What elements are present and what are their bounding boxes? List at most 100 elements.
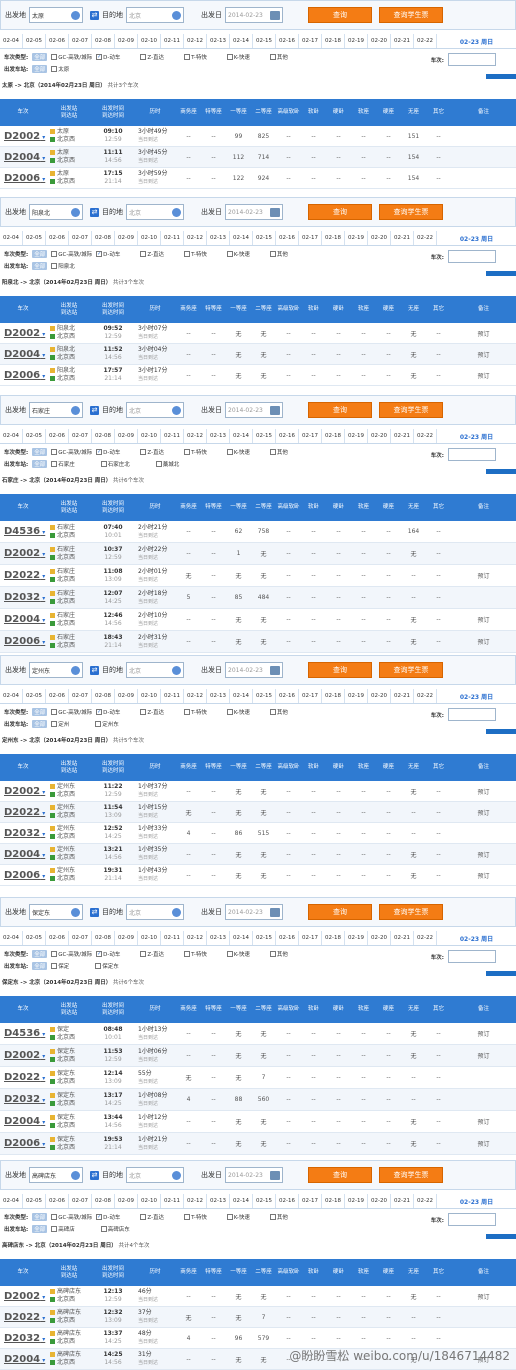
all-types-button[interactable]: 全部	[32, 950, 48, 958]
station-checkbox[interactable]: 石家庄北	[100, 460, 130, 468]
train-no-input[interactable]	[448, 250, 496, 263]
type-checkbox[interactable]: 其他	[269, 250, 288, 258]
type-checkbox[interactable]: Z-直达	[140, 950, 164, 958]
station-checkbox[interactable]: 定州东	[95, 720, 119, 728]
train-no-input[interactable]	[448, 950, 496, 963]
date-tab[interactable]: 02-21	[391, 931, 414, 945]
collapse-toggle[interactable]	[486, 1234, 516, 1239]
date-tab[interactable]: 02-21	[391, 1194, 414, 1208]
header-cell[interactable]: 历时	[134, 306, 176, 313]
expand-arrow-icon[interactable]: ▾	[40, 617, 45, 624]
date-tab[interactable]: 02-04	[0, 689, 23, 703]
from-input[interactable]: 太原	[29, 7, 83, 23]
table-row[interactable]: D2006 ▾ 保定东 北京西 19:53 21:14 1小时21分 当日到达 -- -- 无无 -…	[0, 1133, 516, 1155]
date-tab[interactable]: 02-05	[23, 1194, 46, 1208]
type-checkbox[interactable]: Z-直达	[140, 53, 164, 61]
search-button[interactable]: 查询	[308, 7, 372, 23]
book-link[interactable]: 预订	[451, 808, 516, 817]
date-tab[interactable]: 02-16	[276, 931, 299, 945]
expand-arrow-icon[interactable]: ▾	[40, 789, 45, 796]
type-checkbox[interactable]: K-快速	[226, 708, 250, 716]
date-tab[interactable]: 02-12	[184, 1194, 207, 1208]
to-input[interactable]: 北京	[126, 662, 184, 678]
train-number[interactable]: D4536 ▾	[0, 1028, 46, 1039]
date-tab[interactable]: 02-05	[23, 231, 46, 245]
date-tab[interactable]: 02-11	[161, 689, 184, 703]
date-tab[interactable]: 02-18	[322, 429, 345, 443]
header-cell[interactable]: 历时	[134, 1269, 176, 1276]
station-checkbox[interactable]: 阳泉北	[51, 262, 75, 270]
all-stations-button[interactable]: 全部	[32, 720, 48, 728]
table-row[interactable]: D2006 ▾ 阳泉北 北京西 17:57 21:14 3小时17分 当日到达 -- -- 无无 -…	[0, 365, 516, 386]
expand-arrow-icon[interactable]: ▾	[40, 1053, 45, 1060]
type-checkbox[interactable]: 其他	[269, 950, 288, 958]
train-number[interactable]: D2032 ▾	[0, 1333, 46, 1344]
date-tab[interactable]: 02-16	[276, 1194, 299, 1208]
to-input[interactable]: 北京	[126, 402, 184, 418]
collapse-toggle[interactable]	[486, 729, 516, 734]
train-number[interactable]: D2006 ▾	[0, 870, 46, 881]
table-row[interactable]: D2002 ▾ 高碑店东 北京西 12:13 12:59 46分 当日到达 -- -- 无无 -- -…	[0, 1286, 516, 1307]
header-cell[interactable]: 出发时间 到达时间	[92, 303, 134, 317]
date-input[interactable]: 2014-02-23	[225, 1167, 283, 1183]
date-tab[interactable]: 02-10	[138, 231, 161, 245]
date-input[interactable]: 2014-02-23	[225, 402, 283, 418]
book-link[interactable]: 预订	[451, 371, 516, 380]
expand-arrow-icon[interactable]: ▾	[40, 1294, 45, 1301]
train-number[interactable]: D2032 ▾	[0, 592, 46, 603]
date-tab[interactable]: 02-19	[345, 931, 368, 945]
train-no-input[interactable]	[448, 708, 496, 721]
date-tab[interactable]: 02-15	[253, 1194, 276, 1208]
date-tab[interactable]: 02-13	[207, 429, 230, 443]
date-tab[interactable]: 02-17	[299, 1194, 322, 1208]
table-row[interactable]: D2002 ▾ 保定东 北京西 11:53 12:59 1小时06分 当日到达 -- -- 无无 -…	[0, 1045, 516, 1067]
expand-arrow-icon[interactable]: ▾	[40, 551, 45, 558]
expand-arrow-icon[interactable]: ▾	[40, 176, 45, 183]
date-tab[interactable]: 02-08	[92, 34, 115, 48]
train-number[interactable]: D2006 ▾	[0, 1138, 46, 1149]
train-number[interactable]: D4536 ▾	[0, 526, 46, 537]
table-row[interactable]: D2022 ▾ 保定东 北京西 12:14 13:09 55分 当日到达无 -- 无 7 -- -- -…	[0, 1067, 516, 1089]
header-cell[interactable]: 历时	[134, 504, 176, 511]
type-checkbox[interactable]: K-快速	[226, 53, 250, 61]
expand-arrow-icon[interactable]: ▾	[40, 831, 45, 838]
book-link[interactable]: 预订	[451, 1117, 516, 1126]
type-checkbox[interactable]: GC-高铁/城际	[51, 950, 92, 958]
type-checkbox[interactable]: GC-高铁/城际	[51, 250, 92, 258]
train-number[interactable]: D2004 ▾	[0, 849, 46, 860]
search-button[interactable]: 查询	[308, 1167, 372, 1183]
expand-arrow-icon[interactable]: ▾	[40, 873, 45, 880]
to-input[interactable]: 北京	[126, 204, 184, 220]
from-input[interactable]: 阳泉北	[29, 204, 83, 220]
table-row[interactable]: D2022 ▾ 定州东 北京西 11:54 13:09 1小时15分 当日到达无 -- 无无 --…	[0, 802, 516, 823]
date-tab[interactable]: 02-22	[414, 931, 437, 945]
all-types-button[interactable]: 全部	[32, 250, 48, 258]
date-tab[interactable]: 02-18	[322, 1194, 345, 1208]
date-tab[interactable]: 02-14	[230, 429, 253, 443]
date-tab-current[interactable]: 02-23 周日	[437, 34, 516, 48]
expand-arrow-icon[interactable]: ▾	[40, 1097, 45, 1104]
expand-arrow-icon[interactable]: ▾	[40, 134, 45, 141]
date-tab[interactable]: 02-22	[414, 34, 437, 48]
date-tab[interactable]: 02-05	[23, 429, 46, 443]
date-tab[interactable]: 02-08	[92, 429, 115, 443]
book-link[interactable]: 预订	[451, 871, 516, 880]
train-number[interactable]: D2032 ▾	[0, 828, 46, 839]
date-tab[interactable]: 02-12	[184, 429, 207, 443]
student-ticket-button[interactable]: 查询学生票	[379, 904, 443, 920]
swap-icon[interactable]: ⇄	[90, 207, 99, 217]
station-checkbox[interactable]: 太原	[51, 65, 69, 73]
date-tab[interactable]: 02-05	[23, 689, 46, 703]
collapse-toggle[interactable]	[486, 971, 516, 976]
type-checkbox[interactable]: GC-高铁/城际	[51, 53, 92, 61]
student-ticket-button[interactable]: 查询学生票	[379, 7, 443, 23]
date-tab[interactable]: 02-09	[115, 429, 138, 443]
search-button[interactable]: 查询	[308, 662, 372, 678]
expand-arrow-icon[interactable]: ▾	[40, 1075, 45, 1082]
date-tab[interactable]: 02-16	[276, 429, 299, 443]
all-stations-button[interactable]: 全部	[32, 262, 48, 270]
station-checkbox[interactable]: 石家庄	[51, 460, 75, 468]
type-checkbox[interactable]: K-快速	[226, 950, 250, 958]
from-input[interactable]: 高碑店东	[29, 1167, 83, 1183]
date-tab[interactable]: 02-04	[0, 931, 23, 945]
